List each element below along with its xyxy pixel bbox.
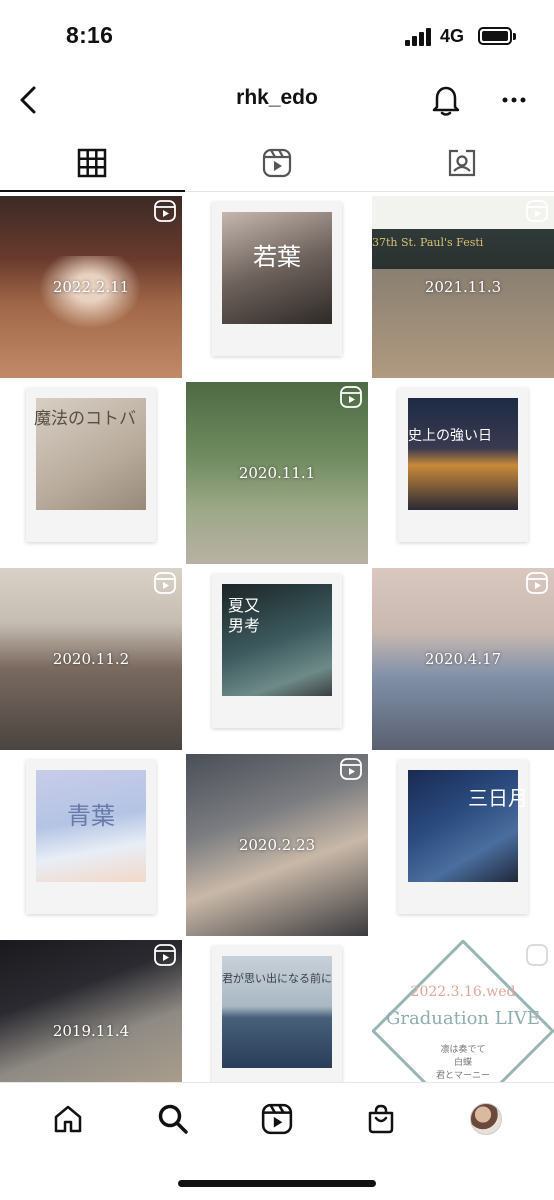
reels-icon [340, 386, 362, 408]
post-title: 魔法のコトバ [34, 409, 136, 429]
post-caption: 2020.4.17 [424, 650, 502, 668]
nav-profile-button[interactable] [462, 1095, 510, 1143]
reels-icon [526, 944, 548, 966]
post-tile[interactable]: 2022.2.11 [0, 196, 182, 378]
nav-shop-button[interactable] [357, 1095, 405, 1143]
reels-icon [262, 148, 292, 177]
song-item: 白蝶 [453, 1058, 472, 1068]
post-title: 君が思い出になる前に [222, 972, 332, 985]
nav-home-button[interactable] [44, 1095, 92, 1143]
bottom-navigation [0, 1082, 554, 1154]
search-icon [158, 1104, 188, 1134]
notifications-button[interactable] [426, 80, 466, 120]
home-icon [54, 1105, 82, 1132]
post-caption: 2022.2.11 [52, 278, 130, 296]
post-tile[interactable]: 2019.11.4 [0, 940, 182, 1082]
post-tile[interactable]: 2022.3.16.wed Graduation LIVE 凛は奏でて 白蝶 君… [372, 940, 554, 1082]
post-tile[interactable]: 君が思い出になる前に [186, 940, 368, 1082]
graduation-date: 2022.3.16.wed [410, 984, 516, 1000]
grid-icon [78, 148, 107, 177]
reels-icon [261, 1103, 293, 1134]
avatar [469, 1102, 502, 1135]
reels-icon [154, 200, 176, 222]
post-tile[interactable]: 2020.11.1 [186, 382, 368, 564]
post-title: 若葉 [253, 243, 301, 271]
post-tile[interactable]: 魔法のコトバ [0, 382, 182, 564]
network-label: 4G [440, 26, 465, 46]
post-tile[interactable]: 2020.2.23 [186, 754, 368, 936]
battery-icon [478, 27, 516, 45]
profile-username: rhk_edo [236, 86, 318, 109]
post-tile[interactable]: 史上の強い日 [372, 382, 554, 564]
post-caption: 2020.11.1 [238, 464, 316, 482]
posts-grid: 2022.2.11 若葉 37th St. Paul's Festi 2021.… [0, 196, 554, 1082]
post-tile[interactable]: 若葉 [186, 196, 368, 378]
post-caption: 2020.2.23 [238, 836, 316, 854]
nav-search-button[interactable] [149, 1095, 197, 1143]
tab-grid[interactable] [0, 134, 185, 192]
post-tile[interactable]: 2020.11.2 [0, 568, 182, 750]
tagged-icon [448, 149, 475, 176]
song-item: 凛は奏でて [440, 1045, 486, 1055]
graduation-songs: 凛は奏でて 白蝶 君とマーニー [372, 1044, 554, 1082]
post-tile[interactable]: 夏又男考 [186, 568, 368, 750]
status-bar: 8:16 4G [0, 0, 554, 72]
post-tile[interactable]: 37th St. Paul's Festi 2021.11.3 [372, 196, 554, 378]
profile-header: rhk_edo [0, 72, 554, 128]
bell-icon [432, 86, 460, 116]
reels-icon [526, 572, 548, 594]
song-item: 君とマーニー [435, 1071, 490, 1081]
post-banner: 37th St. Paul's Festi [372, 236, 484, 249]
post-title: 夏又男考 [228, 596, 261, 635]
profile-tabs [0, 134, 554, 192]
post-tile[interactable]: 三日月 [372, 754, 554, 936]
signal-icon [405, 28, 433, 46]
nav-reels-button[interactable] [253, 1095, 301, 1143]
post-title: 史上の強い日 [408, 428, 492, 444]
reels-icon [154, 572, 176, 594]
post-caption: 2019.11.4 [52, 1022, 130, 1040]
post-caption: 2021.11.3 [424, 278, 502, 296]
shop-icon [369, 1104, 394, 1133]
reels-icon [526, 200, 548, 222]
tab-reels[interactable] [185, 134, 370, 191]
reels-icon [340, 758, 362, 780]
reels-icon [154, 944, 176, 966]
post-title: 三日月 [468, 786, 528, 810]
tab-tagged[interactable] [369, 134, 554, 191]
more-options-button[interactable] [494, 80, 534, 120]
status-time: 8:16 [66, 22, 114, 48]
post-title: 青葉 [67, 802, 115, 830]
post-caption: 2020.11.2 [52, 650, 130, 668]
post-tile[interactable]: 青葉 [0, 754, 182, 936]
more-icon [502, 97, 526, 103]
post-tile[interactable]: 2020.4.17 [372, 568, 554, 750]
home-indicator [178, 1180, 376, 1187]
graduation-title: Graduation LIVE [386, 1008, 540, 1029]
